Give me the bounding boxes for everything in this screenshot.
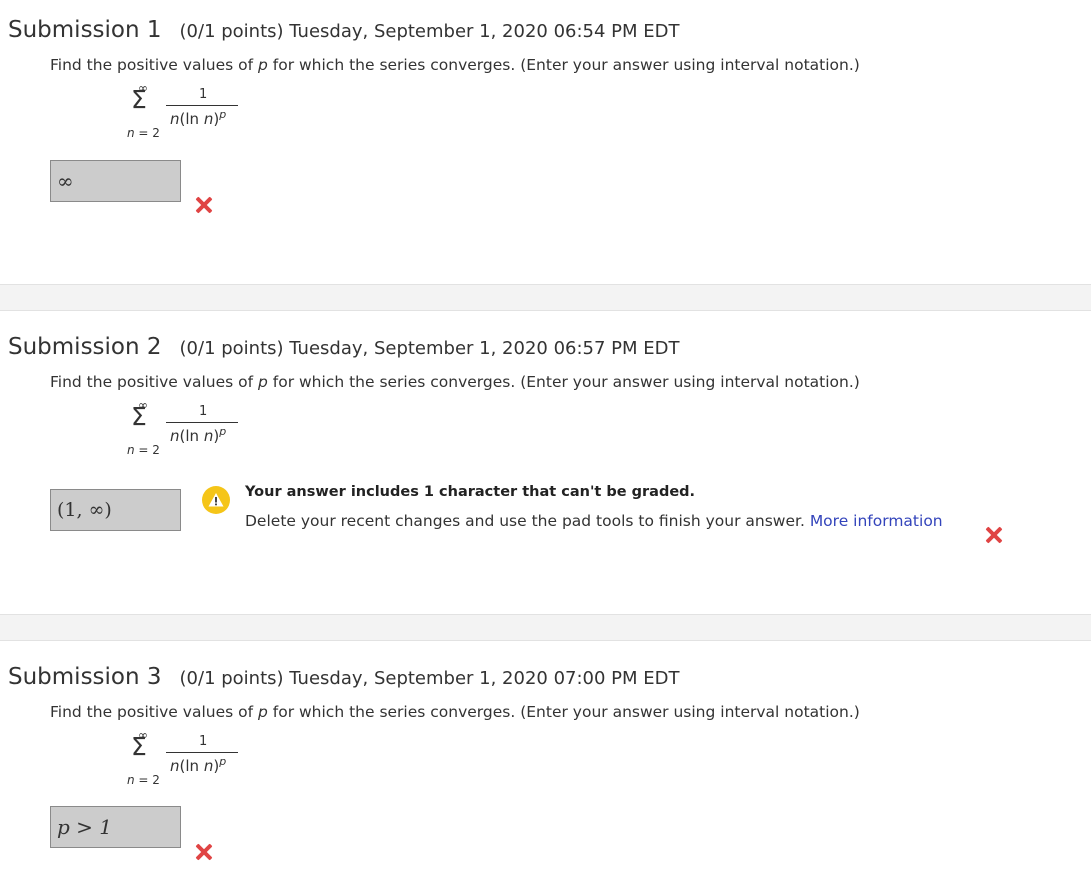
denominator: n(ln n)p [170, 108, 227, 128]
warning-icon [202, 486, 230, 514]
warning-body-text: Delete your recent changes and use the p… [245, 512, 810, 530]
lower-limit: n = 2 [127, 773, 160, 787]
answer-field[interactable]: (1, ∞) [50, 489, 181, 531]
question-text: Find the positive values of p for which … [50, 373, 860, 391]
answer-field[interactable]: ∞ [50, 160, 181, 202]
warning-message: Delete your recent changes and use the p… [245, 512, 943, 530]
lower-limit: n = 2 [127, 443, 160, 457]
fraction-bar [166, 422, 238, 423]
more-information-link[interactable]: More information [810, 512, 943, 530]
incorrect-x-icon [196, 844, 212, 860]
submission-header: Submission 3 (0/1 points) Tuesday, Septem… [8, 664, 680, 690]
denominator: n(ln n)p [170, 755, 227, 775]
question-text-after: for which the series converges. (Enter y… [267, 373, 860, 391]
submission-header: Submission 1 (0/1 points) Tuesday, Septem… [8, 17, 680, 43]
question-variable: p [257, 703, 268, 721]
incorrect-x-icon [986, 527, 1002, 543]
sigma-symbol: Σ [131, 732, 147, 761]
submission-title: Submission 1 [8, 17, 162, 43]
question-text: Find the positive values of p for which … [50, 703, 860, 721]
question-variable: p [257, 373, 268, 391]
submission-meta: (0/1 points) Tuesday, September 1, 2020 … [179, 338, 680, 359]
question-text: Find the positive values of p for which … [50, 56, 860, 74]
submission-meta: (0/1 points) Tuesday, September 1, 2020 … [179, 21, 680, 42]
submission-meta: (0/1 points) Tuesday, September 1, 2020 … [179, 668, 680, 689]
fraction-bar [166, 752, 238, 753]
submission-title: Submission 2 [8, 334, 162, 360]
incorrect-x-icon [196, 197, 212, 213]
question-text-before: Find the positive values of [50, 703, 258, 721]
submission-title: Submission 3 [8, 664, 162, 690]
numerator: 1 [199, 87, 208, 102]
numerator: 1 [199, 404, 208, 419]
series-formula: ∞ Σ n = 2 1 n(ln n)p [124, 728, 254, 792]
series-formula: ∞ Σ n = 2 1 n(ln n)p [124, 398, 254, 462]
section-divider [0, 614, 1091, 641]
question-text-before: Find the positive values of [50, 56, 258, 74]
question-text-after: for which the series converges. (Enter y… [267, 703, 860, 721]
submission-header: Submission 2 (0/1 points) Tuesday, Septem… [8, 334, 680, 360]
series-formula: ∞ Σ n = 2 1 n(ln n)p [124, 81, 254, 145]
answer-field[interactable]: p > 1 [50, 806, 181, 848]
sigma-symbol: Σ [131, 85, 147, 114]
section-divider [0, 284, 1091, 311]
sigma-symbol: Σ [131, 402, 147, 431]
question-text-before: Find the positive values of [50, 373, 258, 391]
warning-title: Your answer includes 1 character that ca… [245, 484, 696, 500]
numerator: 1 [199, 734, 208, 749]
denominator: n(ln n)p [170, 425, 227, 445]
question-variable: p [257, 56, 268, 74]
lower-limit: n = 2 [127, 126, 160, 140]
fraction-bar [166, 105, 238, 106]
question-text-after: for which the series converges. (Enter y… [267, 56, 860, 74]
